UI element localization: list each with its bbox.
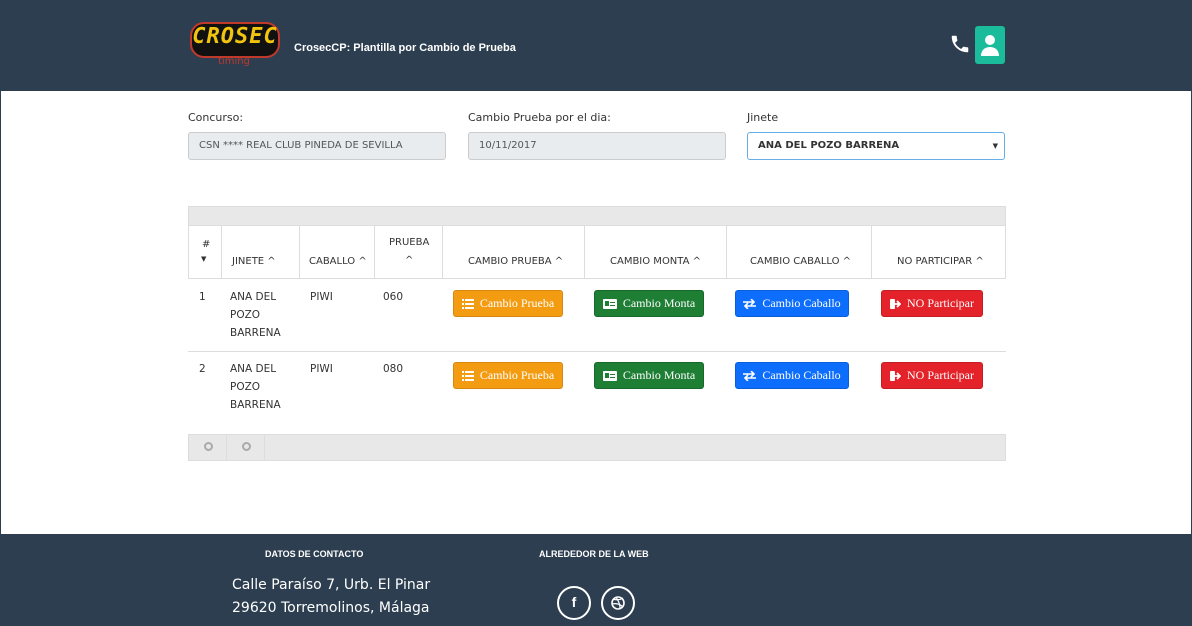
id-card-icon	[602, 370, 617, 381]
no-participar-button[interactable]: NO Participar	[881, 290, 983, 317]
main-content: Concurso: CSN **** REAL CLUB PINEDA DE S…	[1, 91, 1191, 534]
cambio-prueba-button[interactable]: Cambio Prueba	[453, 362, 563, 389]
col-caballo[interactable]: CABALLO ^	[300, 226, 375, 279]
id-card-icon	[602, 298, 617, 309]
table-row: 2 ANA DEL POZO BARRENA PIWI 080 Cambio Pru…	[188, 352, 1006, 424]
jinete-cell: ANA DEL POZO BARRENA	[230, 363, 281, 411]
jinete-select-value: ANA DEL POZO BARRENA	[758, 140, 900, 151]
circle-icon	[242, 442, 251, 451]
user-icon	[981, 35, 999, 56]
fecha-label: Cambio Prueba por el dia:	[468, 111, 611, 124]
col-prueba[interactable]: PRUEBA ^	[375, 226, 443, 279]
concurso-label: Concurso:	[188, 111, 244, 124]
crosec-logo[interactable]: CROSEC timing	[190, 22, 280, 67]
sort-down-icon: ▼	[201, 255, 207, 263]
concurso-field: CSN **** REAL CLUB PINEDA DE SEVILLA	[188, 132, 446, 160]
exchange-icon	[743, 370, 757, 381]
jinete-select[interactable]: ANA DEL POZO BARRENA ▼	[747, 132, 1005, 160]
next-page-button[interactable]	[227, 435, 265, 460]
logo-subtext: timing	[218, 56, 250, 67]
table-toolbar	[188, 206, 1006, 226]
table-pager	[188, 434, 1006, 461]
col-no-participar[interactable]: NO PARTICIPAR ^	[872, 226, 1005, 279]
table-row: 1 ANA DEL POZO BARRENA PIWI 060 Cambio Pru…	[188, 280, 1006, 352]
prev-page-button[interactable]	[189, 435, 227, 460]
no-participar-button[interactable]: NO Participar	[881, 362, 983, 389]
address-line-2: 29620 Torremolinos, Málaga	[232, 600, 430, 616]
cambio-monta-button[interactable]: Cambio Monta	[594, 362, 704, 389]
jinete-cell: ANA DEL POZO BARRENA	[230, 291, 281, 339]
web-title: ALREDEDOR DE LA WEB	[539, 549, 649, 559]
phone-icon[interactable]	[949, 33, 971, 55]
cambio-caballo-button[interactable]: Cambio Caballo	[735, 362, 849, 389]
col-jinete[interactable]: JINETE ^	[222, 226, 300, 279]
logo-text: CROSEC	[192, 24, 278, 49]
list-icon	[461, 298, 474, 309]
cambio-monta-button[interactable]: Cambio Monta	[594, 290, 704, 317]
jinete-label: Jinete	[747, 111, 779, 124]
sign-out-icon	[890, 298, 901, 309]
app-title: CrosecCP: Plantilla por Cambio de Prueba	[294, 42, 516, 54]
page: CROSEC timing CrosecCP: Plantilla por Ca…	[0, 0, 1192, 626]
user-button[interactable]	[975, 26, 1005, 64]
col-cambio-prueba[interactable]: CAMBIO PRUEBA ^	[443, 226, 585, 279]
header: CROSEC timing CrosecCP: Plantilla por Ca…	[0, 0, 1192, 91]
col-num[interactable]: # ▼	[189, 226, 222, 279]
list-icon	[461, 370, 474, 381]
col-cambio-monta[interactable]: CAMBIO MONTA ^	[585, 226, 727, 279]
sign-out-icon	[890, 370, 901, 381]
cambio-prueba-button[interactable]: Cambio Prueba	[453, 290, 563, 317]
contact-title: DATOS DE CONTACTO	[265, 549, 364, 559]
facebook-icon[interactable]: f	[557, 586, 591, 620]
exchange-icon	[743, 298, 757, 309]
dribbble-icon[interactable]	[601, 586, 635, 620]
cambio-caballo-button[interactable]: Cambio Caballo	[735, 290, 849, 317]
address-line-1: Calle Paraíso 7, Urb. El Pinar	[232, 577, 431, 593]
circle-icon	[204, 442, 213, 451]
fecha-field: 10/11/2017	[468, 132, 726, 160]
footer: DATOS DE CONTACTO ALREDEDOR DE LA WEB Ca…	[0, 534, 1192, 626]
col-cambio-caballo[interactable]: CAMBIO CABALLO ^	[727, 226, 872, 279]
chevron-down-icon: ▼	[992, 142, 998, 150]
table-header: # ▼ JINETE ^ CABALLO ^ PRUEBA ^ CAMBIO P…	[188, 226, 1006, 279]
